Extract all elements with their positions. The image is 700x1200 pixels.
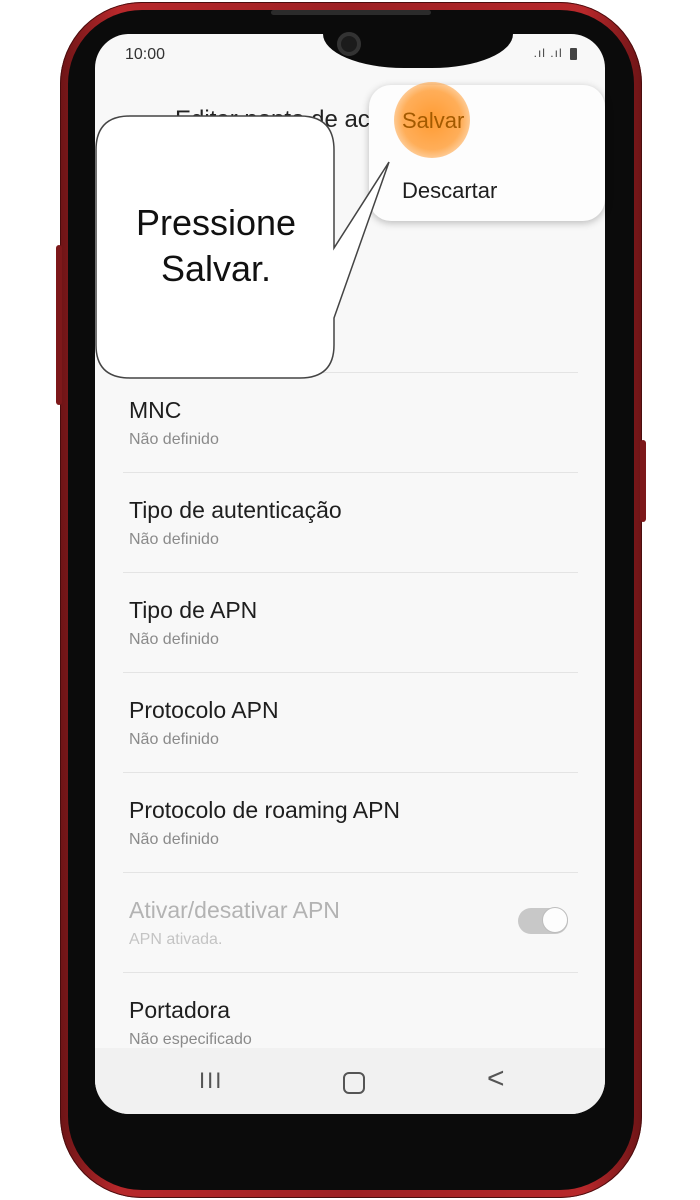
list-item-subtitle: Não definido (129, 831, 219, 848)
list-item-subtitle: Não definido (129, 431, 219, 448)
list-item-apn-enable: Ativar/desativar APN APN ativada. (123, 872, 578, 973)
signal-icon: .ıl .ıl (533, 46, 563, 60)
list-item-title: Portadora (129, 997, 231, 1023)
callout-line-1: Pressione (135, 202, 297, 243)
list-item-subtitle: APN ativada. (129, 931, 223, 948)
list-item-title: Tipo de APN (129, 597, 258, 623)
discard-menu-item[interactable]: Descartar (402, 178, 497, 204)
earpiece-speaker (271, 10, 431, 15)
list-item-auth-type[interactable]: Tipo de autenticação Não definido (123, 472, 578, 573)
callout-text: Pressione Salvar. (98, 200, 334, 292)
battery-icon (570, 47, 577, 60)
list-item-title: Tipo de autenticação (129, 497, 342, 523)
navigation-bar: III < (95, 1048, 605, 1114)
list-item-subtitle: Não definido (129, 731, 219, 748)
list-item-subtitle: Não especificado (129, 1031, 252, 1048)
list-item-title: Ativar/desativar APN (129, 897, 340, 923)
list-item-apn-protocol[interactable]: Protocolo APN Não definido (123, 672, 578, 773)
signal-battery-icons: .ıl .ıl (534, 46, 577, 60)
volume-button (56, 245, 62, 405)
list-item-roaming-protocol[interactable]: Protocolo de roaming APN Não definido (123, 772, 578, 873)
list-item-title: Protocolo de roaming APN (129, 797, 401, 823)
toggle-knob (542, 907, 568, 933)
list-item-subtitle: Não definido (129, 631, 219, 648)
home-icon[interactable] (343, 1072, 365, 1094)
list-item-title: Protocolo APN (129, 697, 279, 723)
recents-icon[interactable]: III (199, 1068, 223, 1094)
list-item-subtitle: Não definido (129, 531, 219, 548)
list-item-title: MNC (129, 397, 182, 423)
apn-toggle-switch[interactable] (518, 907, 568, 934)
front-camera (337, 32, 361, 56)
list-item-apn-type[interactable]: Tipo de APN Não definido (123, 572, 578, 673)
status-time: 10:00 (125, 46, 166, 63)
callout-line-2: Salvar. (160, 248, 272, 289)
list-item-mnc[interactable]: MNC Não definido (123, 372, 578, 473)
power-button (640, 440, 646, 522)
back-arrow-icon[interactable]: ← (127, 102, 153, 133)
save-menu-item[interactable]: Salvar (402, 108, 464, 134)
back-icon[interactable]: < (487, 1062, 505, 1096)
